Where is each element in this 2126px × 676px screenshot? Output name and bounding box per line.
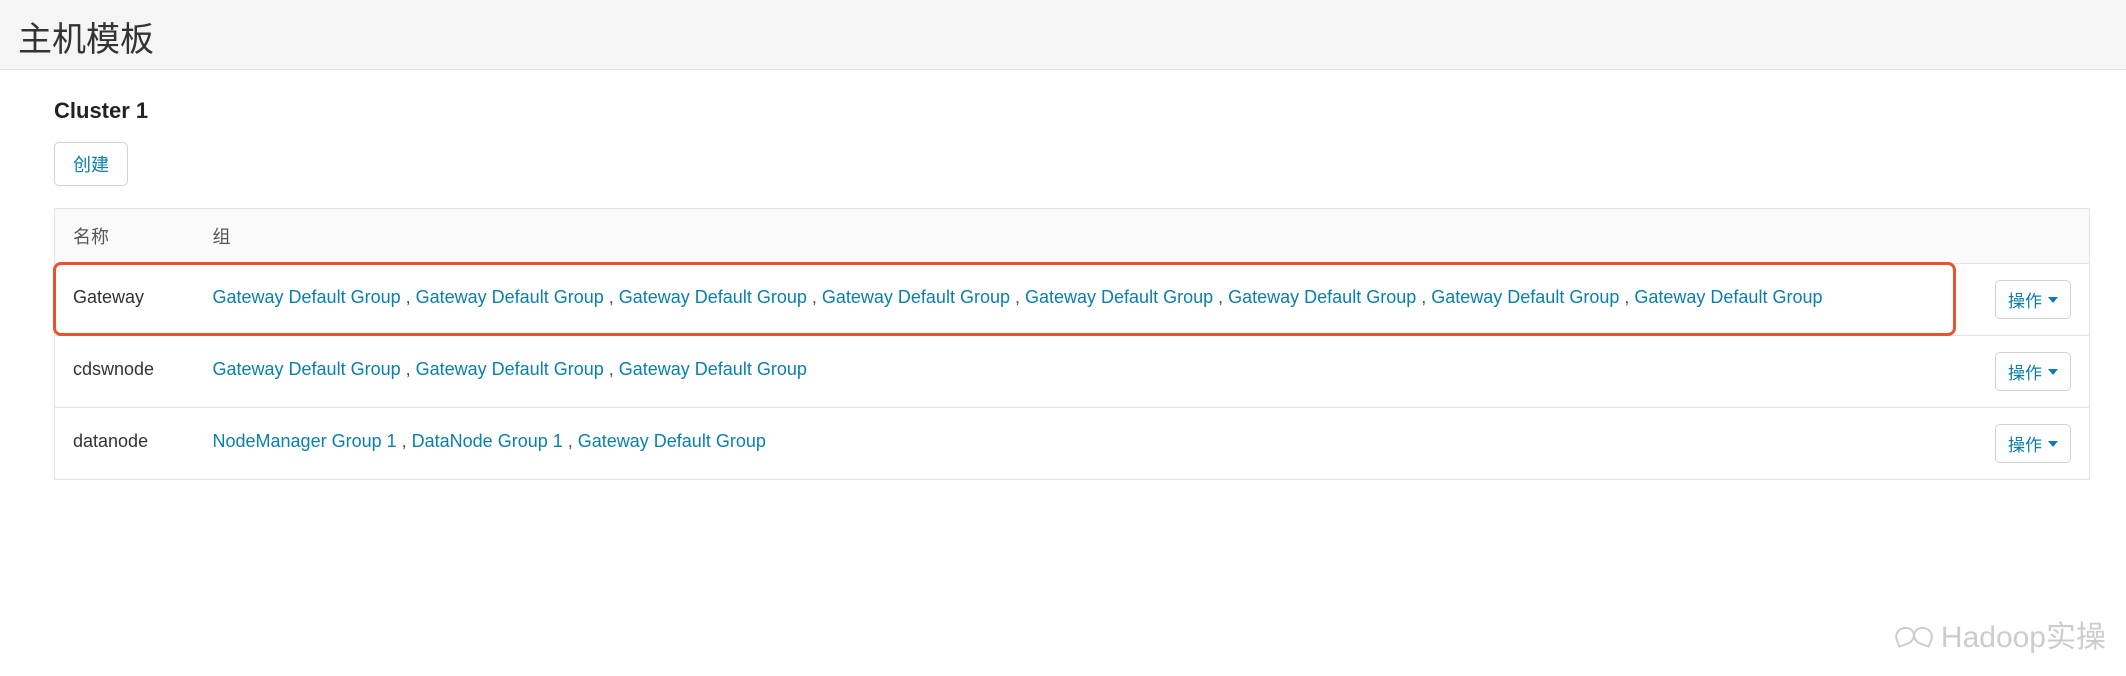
col-header-action: [1970, 209, 2090, 264]
separator: ,: [604, 287, 619, 307]
col-header-group: 组: [195, 209, 1970, 264]
chevron-down-icon: [2048, 441, 2058, 447]
row-name: Gateway: [55, 264, 195, 336]
row-action-cell: 操作: [1970, 336, 2090, 408]
group-link[interactable]: Gateway Default Group: [1634, 287, 1822, 307]
group-link[interactable]: Gateway Default Group: [578, 431, 766, 451]
row-groups: Gateway Default Group , Gateway Default …: [195, 336, 1970, 408]
group-link[interactable]: Gateway Default Group: [416, 287, 604, 307]
group-link[interactable]: Gateway Default Group: [1431, 287, 1619, 307]
table-row: datanodeNodeManager Group 1 , DataNode G…: [55, 408, 2090, 480]
watermark: Hadoop实操: [1893, 612, 2106, 656]
row-groups: Gateway Default Group , Gateway Default …: [195, 264, 1970, 336]
table-row: cdswnodeGateway Default Group , Gateway …: [55, 336, 2090, 408]
cluster-name: Cluster 1: [54, 98, 2090, 124]
separator: ,: [401, 359, 416, 379]
group-link[interactable]: Gateway Default Group: [822, 287, 1010, 307]
group-link[interactable]: Gateway Default Group: [619, 359, 807, 379]
action-button-label: 操作: [2008, 431, 2042, 456]
action-button[interactable]: 操作: [1995, 424, 2071, 463]
page-header: 主机模板: [0, 0, 2126, 70]
group-link[interactable]: DataNode Group 1: [412, 431, 563, 451]
templates-table: 名称 组 GatewayGateway Default Group , Gate…: [54, 208, 2090, 480]
group-link[interactable]: NodeManager Group 1: [213, 431, 397, 451]
separator: ,: [1416, 287, 1431, 307]
content: Cluster 1 创建 名称 组 GatewayGateway Default…: [0, 70, 2126, 492]
group-link[interactable]: Gateway Default Group: [619, 287, 807, 307]
row-name: cdswnode: [55, 336, 195, 408]
col-header-name: 名称: [55, 209, 195, 264]
group-link[interactable]: Gateway Default Group: [213, 359, 401, 379]
row-groups: NodeManager Group 1 , DataNode Group 1 ,…: [195, 408, 1970, 480]
action-button[interactable]: 操作: [1995, 280, 2071, 319]
action-button[interactable]: 操作: [1995, 352, 2071, 391]
separator: ,: [1619, 287, 1634, 307]
separator: ,: [563, 431, 578, 451]
create-button[interactable]: 创建: [54, 142, 128, 186]
chevron-down-icon: [2048, 297, 2058, 303]
action-button-label: 操作: [2008, 359, 2042, 384]
separator: ,: [807, 287, 822, 307]
action-button-label: 操作: [2008, 287, 2042, 312]
chevron-down-icon: [2048, 369, 2058, 375]
separator: ,: [397, 431, 412, 451]
row-action-cell: 操作: [1970, 408, 2090, 480]
wechat-icon: [1893, 619, 1935, 649]
create-button-label: 创建: [73, 155, 109, 175]
separator: ,: [604, 359, 619, 379]
table-row: GatewayGateway Default Group , Gateway D…: [55, 264, 2090, 336]
row-action-cell: 操作: [1970, 264, 2090, 336]
table-header-row: 名称 组: [55, 209, 2090, 264]
separator: ,: [1213, 287, 1228, 307]
row-name: datanode: [55, 408, 195, 480]
group-link[interactable]: Gateway Default Group: [213, 287, 401, 307]
group-link[interactable]: Gateway Default Group: [1228, 287, 1416, 307]
separator: ,: [401, 287, 416, 307]
separator: ,: [1010, 287, 1025, 307]
group-link[interactable]: Gateway Default Group: [1025, 287, 1213, 307]
watermark-text: Hadoop实操: [1941, 612, 2106, 656]
group-link[interactable]: Gateway Default Group: [416, 359, 604, 379]
page-title: 主机模板: [18, 12, 2108, 61]
